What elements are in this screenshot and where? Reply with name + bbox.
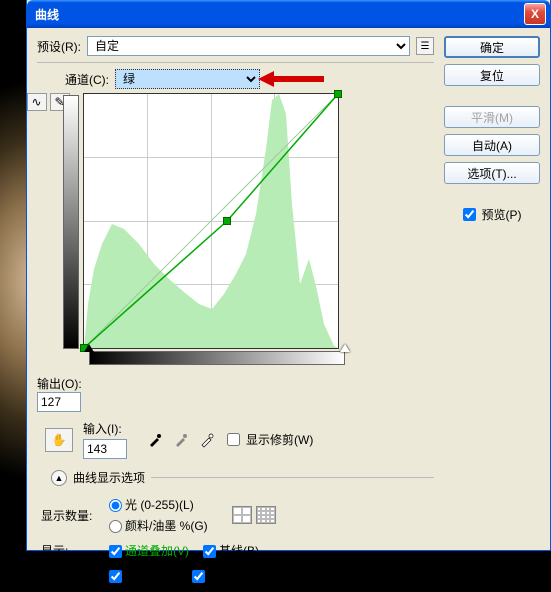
titlebar[interactable]: 曲线 X	[27, 0, 550, 28]
options-button[interactable]: 选项(T)...	[444, 162, 540, 184]
preview-checkbox[interactable]: 预览(P)	[444, 206, 540, 223]
hand-tool-icon[interactable]: ✋	[45, 428, 73, 452]
preset-label: 预设(R):	[37, 38, 81, 55]
channel-select[interactable]: 绿	[115, 69, 260, 89]
curve-tool-icon[interactable]: ∿	[27, 93, 47, 111]
histogram	[84, 94, 338, 348]
show-clipping-checkbox[interactable]: 显示修剪(W)	[227, 431, 313, 448]
input-gradient	[89, 351, 345, 365]
black-point-slider[interactable]	[84, 344, 94, 352]
histogram-checkbox[interactable]: 直方图(H)	[109, 567, 178, 584]
white-point-slider[interactable]	[340, 344, 350, 352]
curves-dialog: 曲线 X 预设(R): 自定 ☰ 通道(C): 绿	[26, 0, 551, 551]
white-eyedropper-icon[interactable]	[197, 430, 217, 450]
window-title: 曲线	[35, 6, 524, 23]
ok-button[interactable]: 确定	[444, 36, 540, 58]
input-field[interactable]	[83, 439, 127, 459]
grid-coarse-icon[interactable]	[232, 506, 252, 524]
channel-label: 通道(C):	[65, 71, 109, 88]
output-label: 输出(O):	[37, 377, 82, 391]
reset-button[interactable]: 复位	[444, 64, 540, 86]
curve-point-mid[interactable]	[223, 217, 231, 225]
input-label: 输入(I):	[83, 420, 127, 437]
collapse-button[interactable]: ▲	[51, 470, 67, 486]
display-options-label: 曲线显示选项	[73, 469, 145, 486]
pigment-radio[interactable]: 颜料/油墨 %(G)	[109, 517, 208, 534]
close-button[interactable]: X	[524, 3, 546, 25]
grid-fine-icon[interactable]	[256, 506, 276, 524]
annotation-arrow	[266, 71, 326, 87]
output-gradient	[63, 95, 79, 349]
auto-button[interactable]: 自动(A)	[444, 134, 540, 156]
light-radio[interactable]: 光 (0-255)(L)	[109, 496, 208, 513]
display-amount-label: 显示数量:	[41, 507, 109, 524]
intersection-checkbox[interactable]: 交叉线(N)	[192, 567, 261, 584]
preset-menu-icon[interactable]: ☰	[416, 37, 434, 55]
gray-eyedropper-icon[interactable]	[171, 430, 191, 450]
black-eyedropper-icon[interactable]	[145, 430, 165, 450]
smooth-button: 平滑(M)	[444, 106, 540, 128]
curve-graph[interactable]	[83, 93, 339, 349]
curve-point-end[interactable]	[334, 90, 342, 98]
preset-select[interactable]: 自定	[87, 36, 410, 56]
output-field[interactable]	[37, 392, 81, 412]
